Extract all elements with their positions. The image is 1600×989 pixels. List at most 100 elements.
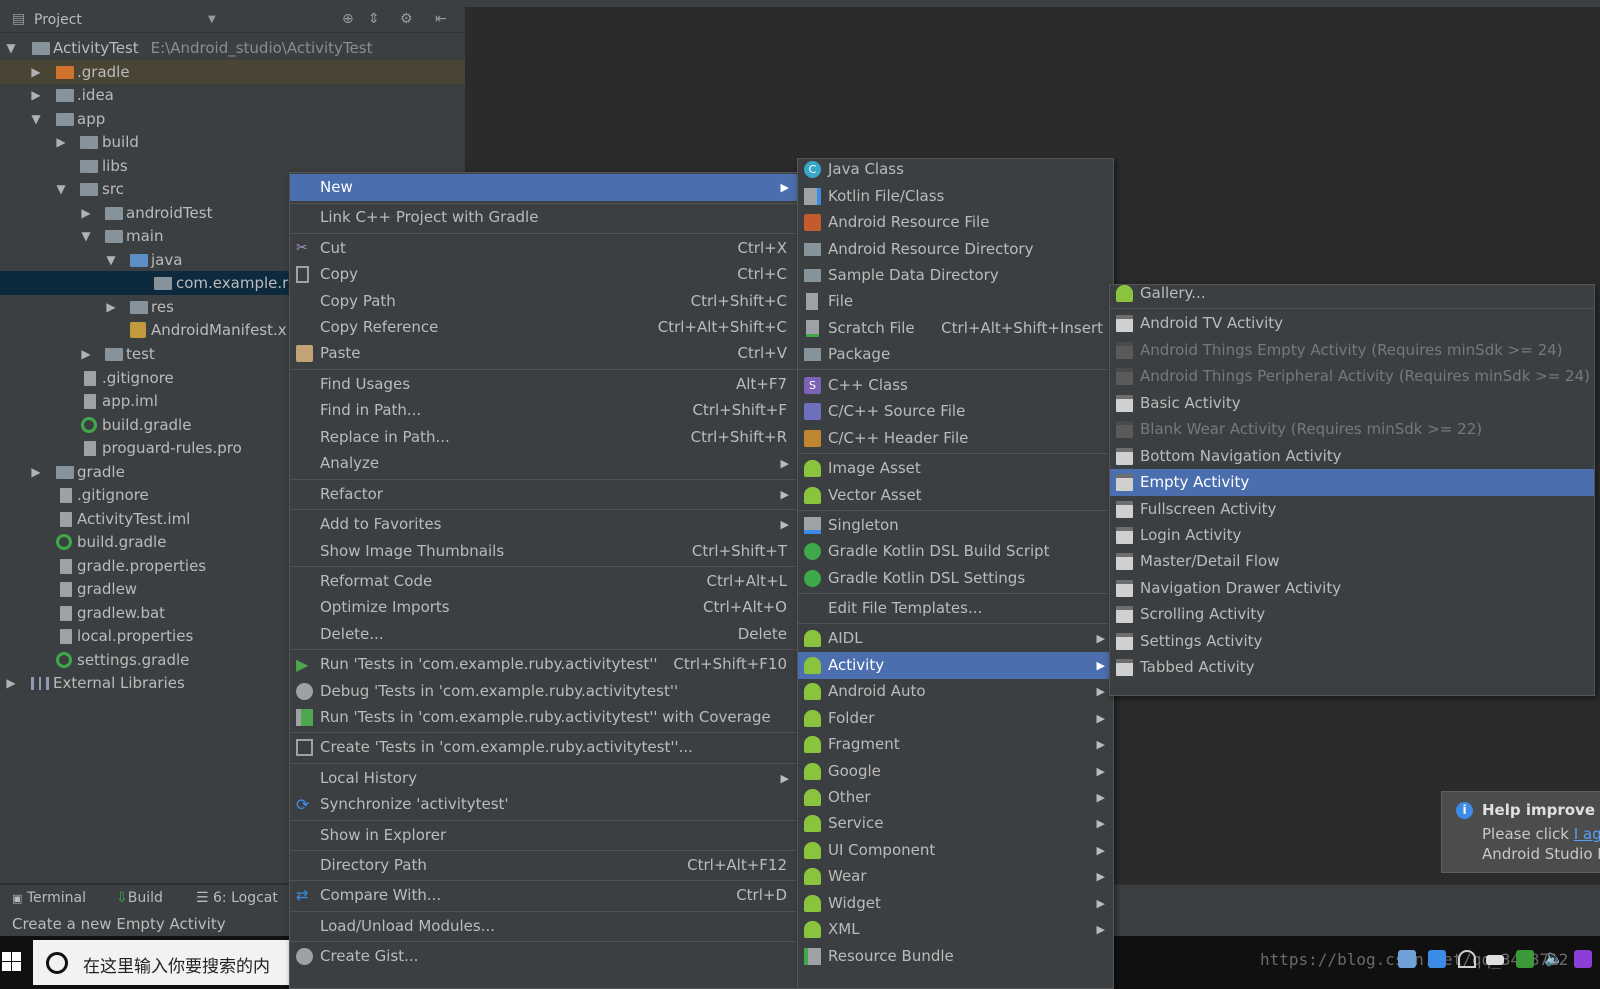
menu-item-copy[interactable]: Copy Ctrl+C (290, 261, 797, 288)
chevron-right-icon[interactable]: ▶ (104, 295, 118, 319)
new-menu-item-resource-bundle[interactable]: Resource Bundle (798, 943, 1113, 970)
new-menu-item-other[interactable]: Other ▶ (798, 784, 1113, 811)
chevron-right-icon[interactable]: ▶ (54, 130, 68, 154)
new-menu-item-scratch-file[interactable]: Scratch File Ctrl+Alt+Shift+Insert (798, 315, 1113, 342)
new-menu-item-singleton[interactable]: Singleton (798, 512, 1113, 539)
windows-start-button[interactable] (0, 936, 30, 989)
chevron-down-icon[interactable]: ▼ (208, 14, 216, 25)
wifi-icon[interactable] (1458, 950, 1476, 968)
menu-item-create-tests-in-com-example-ruby-activitytest[interactable]: Create 'Tests in 'com.example.ruby.activ… (290, 734, 797, 761)
menu-item-find-usages[interactable]: Find Usages Alt+F7 (290, 371, 797, 398)
new-menu-item-image-asset[interactable]: Image Asset (798, 455, 1113, 482)
new-menu-item-wear[interactable]: Wear ▶ (798, 863, 1113, 890)
menu-item-synchronize-activitytest[interactable]: ⟳ Synchronize 'activitytest' (290, 791, 797, 818)
activity-item-login-activity[interactable]: Login Activity (1110, 522, 1594, 549)
new-menu-item-service[interactable]: Service ▶ (798, 810, 1113, 837)
tree-item-idea[interactable]: ▶ .idea (0, 83, 465, 107)
new-menu-item-edit-file-templates[interactable]: Edit File Templates... (798, 595, 1113, 622)
menu-item-copy-reference[interactable]: Copy Reference Ctrl+Alt+Shift+C (290, 314, 797, 341)
menu-item-copy-path[interactable]: Copy Path Ctrl+Shift+C (290, 288, 797, 315)
app-tray-icon[interactable] (1428, 950, 1446, 968)
activity-item-scrolling-activity[interactable]: Scrolling Activity (1110, 601, 1594, 628)
activity-item-master-detail-flow[interactable]: Master/Detail Flow (1110, 548, 1594, 575)
menu-item-new[interactable]: New ▶ (290, 174, 797, 201)
menu-item-cut[interactable]: ✂ Cut Ctrl+X (290, 235, 797, 262)
tab-logcat[interactable]: ☰ 6: Logcat (196, 890, 278, 906)
menu-item-run-tests-in-com-example-ruby-activitytest-with-coverage[interactable]: Run 'Tests in 'com.example.ruby.activity… (290, 704, 797, 731)
tab-terminal[interactable]: ▣ Terminal (12, 890, 86, 906)
chevron-right-icon[interactable]: ▶ (79, 201, 93, 225)
menu-item-refactor[interactable]: Refactor ▶ (290, 481, 797, 508)
chevron-right-icon[interactable]: ▶ (29, 60, 43, 84)
tree-item-build[interactable]: ▶ build (0, 130, 465, 154)
activity-item-empty-activity[interactable]: Empty Activity (1110, 469, 1594, 496)
menu-item-optimize-imports[interactable]: Optimize Imports Ctrl+Alt+O (290, 594, 797, 621)
new-menu-item-widget[interactable]: Widget ▶ (798, 890, 1113, 917)
network-share-icon[interactable] (1398, 950, 1416, 968)
menu-item-link-c-project-with-gradle[interactable]: Link C++ Project with Gradle (290, 204, 797, 231)
new-menu-item-gradle-kotlin-dsl-settings[interactable]: Gradle Kotlin DSL Settings (798, 565, 1113, 592)
new-menu-item-xml[interactable]: XML ▶ (798, 916, 1113, 943)
menu-item-reformat-code[interactable]: Reformat Code Ctrl+Alt+L (290, 568, 797, 595)
activity-item-navigation-drawer-activity[interactable]: Navigation Drawer Activity (1110, 575, 1594, 602)
new-menu-item-c-class[interactable]: S C++ Class (798, 372, 1113, 399)
nvidia-icon[interactable] (1516, 950, 1534, 968)
chevron-down-icon[interactable]: ▼ (104, 248, 118, 272)
new-menu-item-folder[interactable]: Folder ▶ (798, 705, 1113, 732)
chevron-right-icon[interactable]: ▶ (29, 83, 43, 107)
activity-item-bottom-navigation-activity[interactable]: Bottom Navigation Activity (1110, 443, 1594, 470)
new-menu-item-c-c-header-file[interactable]: C/C++ Header File (798, 425, 1113, 452)
new-menu-item-fragment[interactable]: Fragment ▶ (798, 731, 1113, 758)
menu-item-find-in-path[interactable]: Find in Path... Ctrl+Shift+F (290, 397, 797, 424)
menu-item-local-history[interactable]: Local History ▶ (290, 765, 797, 792)
new-menu-item-vector-asset[interactable]: Vector Asset (798, 482, 1113, 509)
collapse-all-icon[interactable]: ⇕ (368, 11, 380, 27)
activity-item-tabbed-activity[interactable]: Tabbed Activity (1110, 654, 1594, 681)
chevron-down-icon[interactable]: ▼ (79, 224, 93, 248)
chevron-right-icon[interactable]: ▶ (4, 671, 18, 695)
activity-item-settings-activity[interactable]: Settings Activity (1110, 628, 1594, 655)
hide-panel-icon[interactable]: ⇤ (435, 11, 447, 27)
tab-build[interactable]: ⇩Build (116, 890, 163, 906)
menu-item-replace-in-path[interactable]: Replace in Path... Ctrl+Shift+R (290, 424, 797, 451)
new-menu-item-kotlin-file-class[interactable]: Kotlin File/Class (798, 183, 1113, 210)
chevron-right-icon[interactable]: ▶ (79, 342, 93, 366)
new-menu-item-c-c-source-file[interactable]: C/C++ Source File (798, 398, 1113, 425)
new-menu-item-sample-data-directory[interactable]: Sample Data Directory (798, 262, 1113, 289)
chevron-right-icon[interactable]: ▶ (29, 460, 43, 484)
menu-item-add-to-favorites[interactable]: Add to Favorites ▶ (290, 511, 797, 538)
volume-icon[interactable]: 🔈 (1544, 948, 1564, 967)
menu-item-create-gist[interactable]: Create Gist... (290, 943, 797, 970)
menu-item-analyze[interactable]: Analyze ▶ (290, 450, 797, 477)
new-menu-item-android-resource-file[interactable]: Android Resource File (798, 209, 1113, 236)
battery-icon[interactable] (1486, 955, 1504, 965)
project-panel-title[interactable]: Project (34, 12, 82, 28)
menu-item-directory-path[interactable]: Directory Path Ctrl+Alt+F12 (290, 852, 797, 879)
new-menu-item-package[interactable]: Package (798, 341, 1113, 368)
chevron-down-icon[interactable]: ▼ (4, 36, 18, 60)
activity-item-gallery[interactable]: Gallery... (1110, 280, 1594, 307)
app-tray-icon-2[interactable] (1574, 950, 1592, 968)
new-menu-item-ui-component[interactable]: UI Component ▶ (798, 837, 1113, 864)
new-menu-item-android-auto[interactable]: Android Auto ▶ (798, 678, 1113, 705)
menu-item-compare-with[interactable]: ⇄ Compare With... Ctrl+D (290, 882, 797, 909)
new-menu-item-gradle-kotlin-dsl-build-script[interactable]: Gradle Kotlin DSL Build Script (798, 538, 1113, 565)
menu-item-show-image-thumbnails[interactable]: Show Image Thumbnails Ctrl+Shift+T (290, 538, 797, 565)
new-menu-item-aidl[interactable]: AIDL ▶ (798, 625, 1113, 652)
scroll-from-source-icon[interactable]: ⊕ (342, 11, 354, 27)
tree-item-gradle[interactable]: ▶ .gradle (0, 60, 465, 84)
tree-item-activitytest[interactable]: ▼ ActivityTest E:\Android_studio\ActivityT… (0, 36, 465, 60)
chevron-down-icon[interactable]: ▼ (54, 177, 68, 201)
new-menu-item-file[interactable]: File (798, 288, 1113, 315)
chevron-down-icon[interactable]: ▼ (29, 107, 43, 131)
activity-item-basic-activity[interactable]: Basic Activity (1110, 390, 1594, 417)
agree-link[interactable]: I agr (1574, 825, 1600, 843)
menu-item-delete[interactable]: Delete... Delete (290, 621, 797, 648)
new-menu-item-java-class[interactable]: C Java Class (798, 156, 1113, 183)
new-menu-item-google[interactable]: Google ▶ (798, 758, 1113, 785)
new-menu-item-activity[interactable]: Activity ▶ (798, 652, 1113, 679)
menu-item-run-tests-in-com-example-ruby-activitytest[interactable]: ▶ Run 'Tests in 'com.example.ruby.activit… (290, 651, 797, 678)
new-menu-item-android-resource-directory[interactable]: Android Resource Directory (798, 236, 1113, 263)
menu-item-show-in-explorer[interactable]: Show in Explorer (290, 822, 797, 849)
gear-icon[interactable]: ⚙ (400, 11, 413, 27)
